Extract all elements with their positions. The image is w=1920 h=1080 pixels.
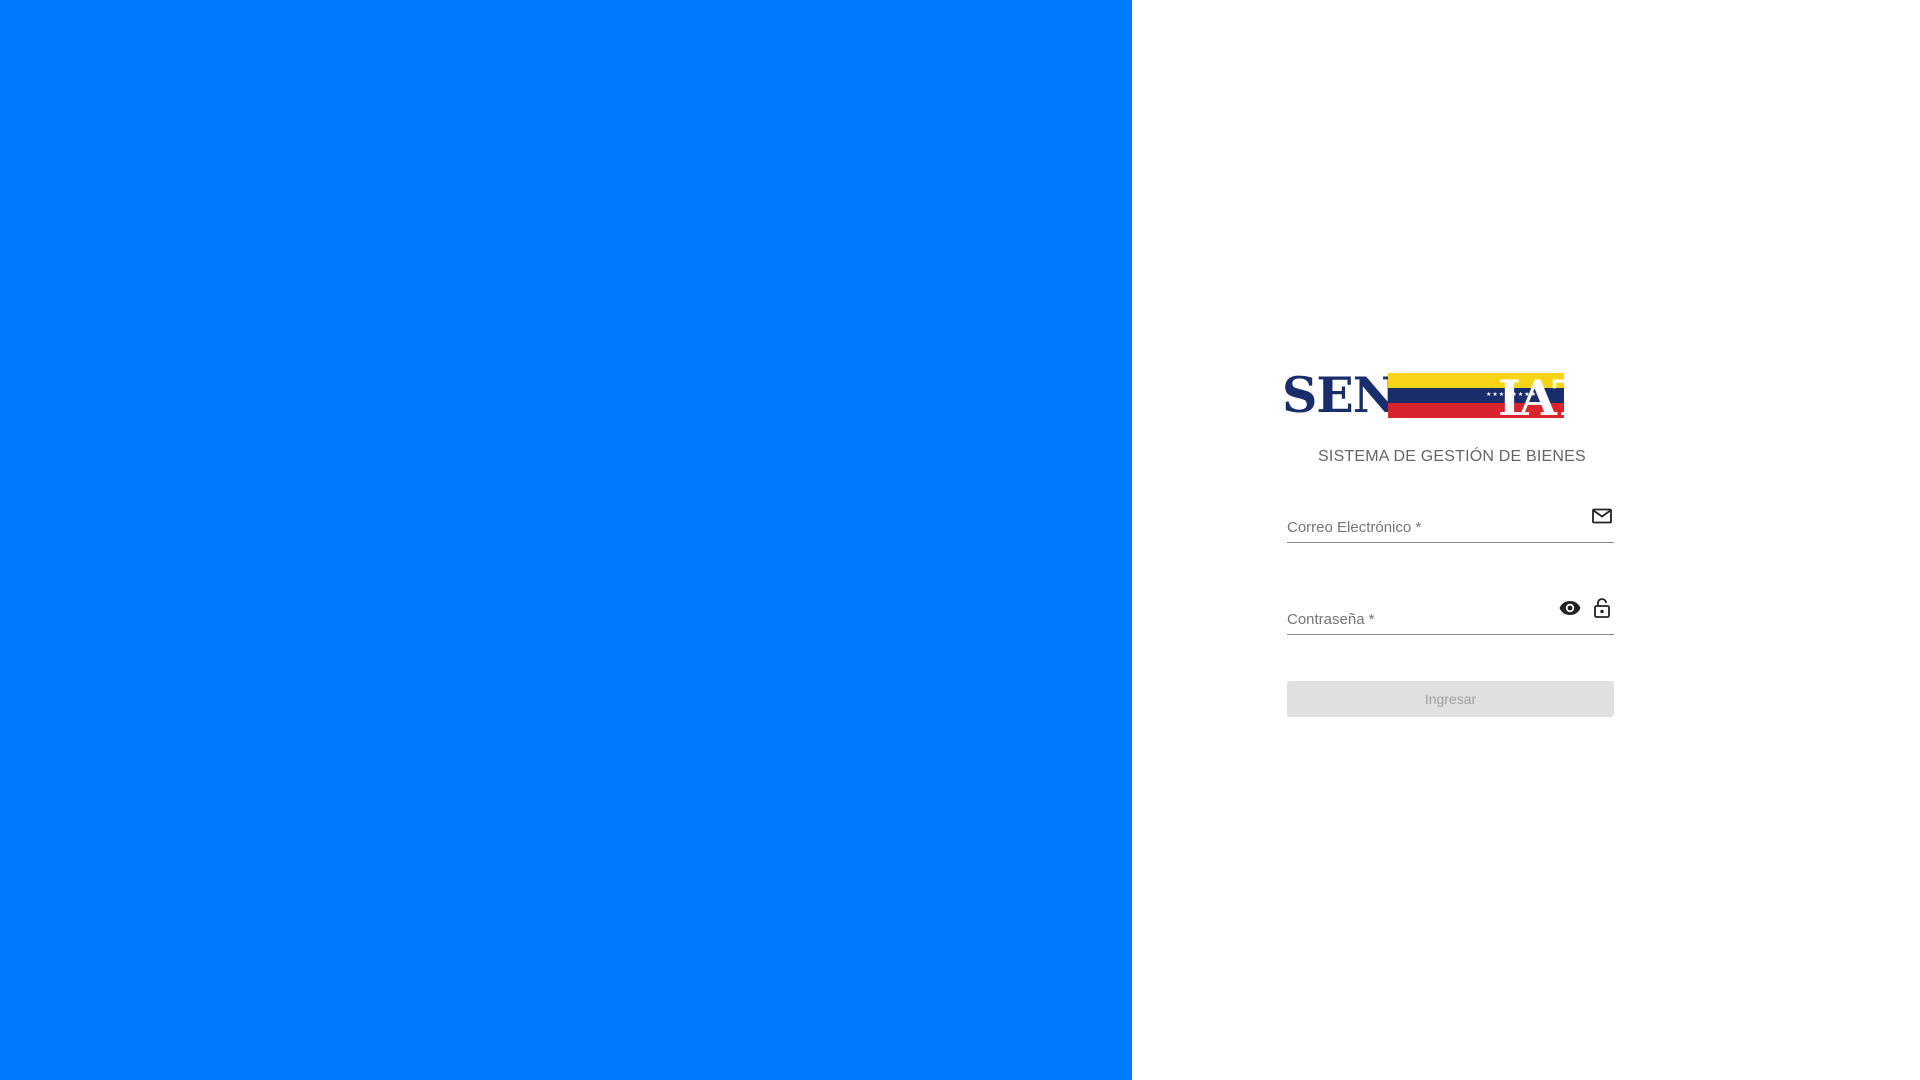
seniat-logo: SEN ★★★★★★★★ IAT	[1282, 366, 1589, 424]
mail-icon	[1590, 504, 1614, 528]
login-panel: SEN ★★★★★★★★ IAT SISTEMA DE GESTIÓN DE B…	[1132, 0, 1920, 1080]
logo-text-iat: IAT	[1498, 369, 1589, 427]
login-form: SEN ★★★★★★★★ IAT SISTEMA DE GESTIÓN DE B…	[1282, 370, 1622, 717]
logo-flag: ★★★★★★★★ IAT	[1388, 373, 1589, 423]
login-page: SEN ★★★★★★★★ IAT SISTEMA DE GESTIÓN DE B…	[0, 0, 1920, 1080]
background-panel	[0, 0, 1132, 1080]
password-field[interactable]: Contraseña *	[1287, 594, 1614, 635]
email-field[interactable]: Correo Electrónico *	[1287, 502, 1614, 543]
logo-text-sen: SEN	[1282, 366, 1398, 424]
eye-icon[interactable]	[1558, 596, 1582, 620]
login-button[interactable]: Ingresar	[1287, 681, 1614, 717]
email-input[interactable]	[1287, 514, 1551, 538]
lock-icon	[1590, 596, 1614, 620]
password-input[interactable]	[1287, 606, 1551, 630]
system-subtitle: SISTEMA DE GESTIÓN DE BIENES	[1318, 448, 1586, 465]
